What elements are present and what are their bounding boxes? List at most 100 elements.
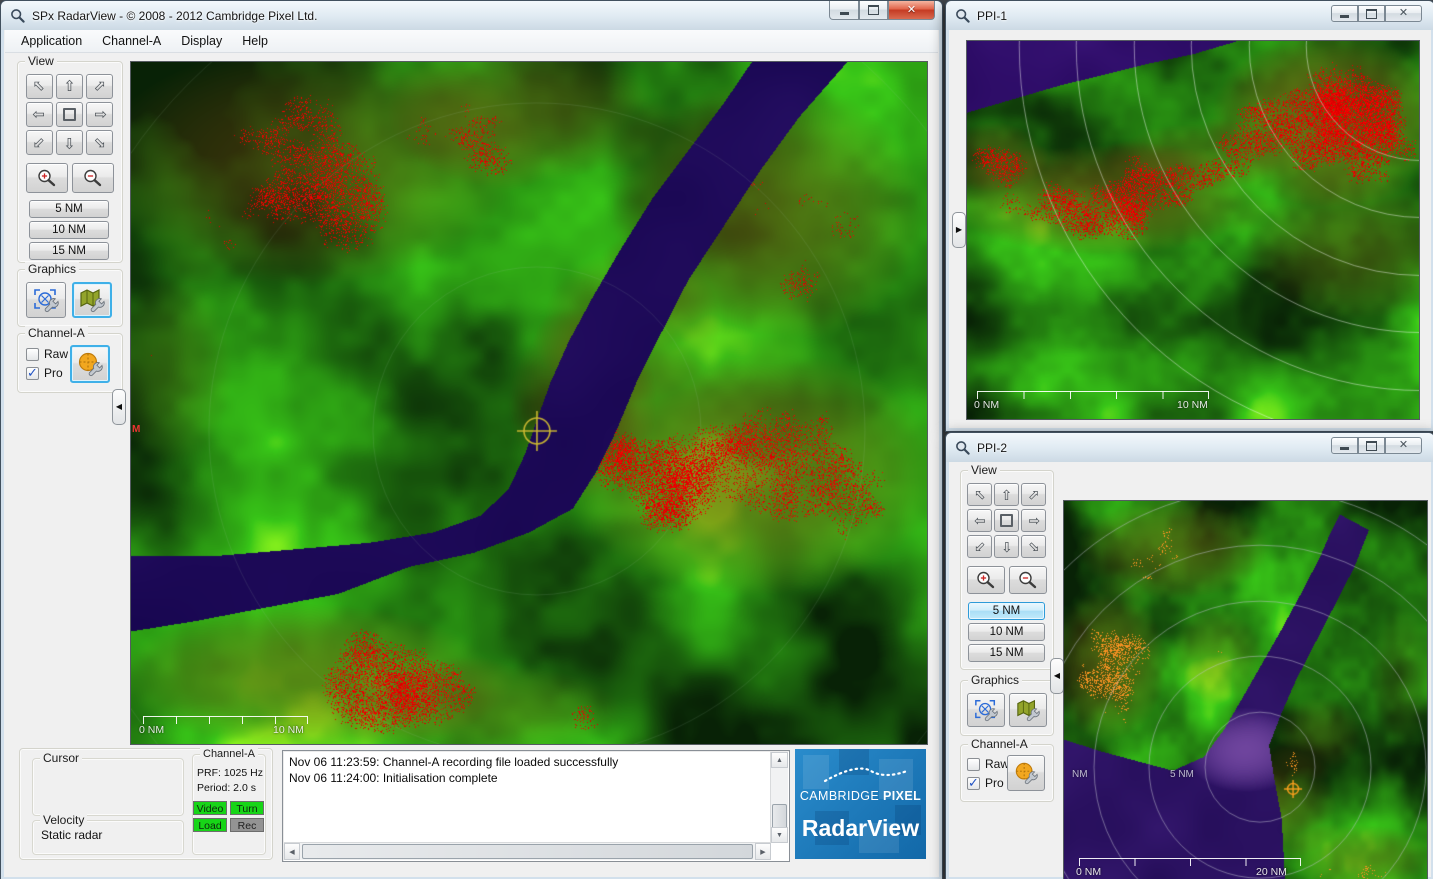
pan-down-right-button[interactable]: ⇧ [86, 130, 113, 155]
maximize-button[interactable] [859, 1, 888, 20]
desktop: SPx RadarView - © 2008 - 2012 Cambridge … [0, 0, 1433, 879]
zoom-in-icon [36, 168, 58, 188]
maximize-button[interactable] [1358, 437, 1385, 454]
velocity-group-label: Velocity [40, 813, 87, 828]
menu-display[interactable]: Display [171, 32, 232, 50]
channel-a-group: Channel-A Raw Pro [960, 744, 1054, 802]
maximize-button[interactable] [1358, 5, 1385, 22]
maximize-icon [868, 5, 879, 15]
scroll-down-button[interactable]: ▼ [771, 827, 788, 843]
pan-up-right-button[interactable]: ⇧ [1021, 483, 1046, 506]
graphics-group: Graphics [960, 680, 1054, 736]
arrow-down-left-icon: ⇧ [970, 537, 988, 555]
minimize-button[interactable] [829, 1, 859, 20]
radar-canvas-ppi2[interactable] [1064, 501, 1427, 879]
radar-display-ppi2[interactable]: 0 NM 20 NM NM 5 NM [1063, 500, 1428, 879]
channel-status-label: Channel-A [200, 747, 258, 762]
minimize-button[interactable] [1331, 437, 1358, 454]
pan-down-left-button[interactable]: ⇧ [26, 130, 53, 155]
minimize-button[interactable] [1331, 5, 1358, 22]
log-area[interactable]: Nov 06 11:23:59: Channel-A recording fil… [282, 750, 790, 862]
range-10nm-button[interactable]: 10 NM [968, 623, 1045, 641]
graphics-config-icon [32, 287, 60, 313]
log-line: Nov 06 11:23:59: Channel-A recording fil… [283, 754, 789, 770]
view-group-label: View [968, 463, 1000, 478]
range-15nm-button[interactable]: 15 NM [29, 242, 109, 260]
pan-up-button[interactable]: ⇧ [56, 74, 83, 99]
scroll-up-button[interactable]: ▲ [771, 752, 788, 768]
maximize-icon [1366, 9, 1377, 19]
arrow-down-right-icon: ⇧ [90, 133, 110, 153]
main-client: View ⇧ ⇧ ⇧ ⇧ ⇧ ⇧ ⇧ ⇧ 5 NM 10 NM 15 NM [5, 53, 938, 876]
graphics-config-button[interactable] [967, 693, 1005, 727]
main-window: SPx RadarView - © 2008 - 2012 Cambridge … [0, 0, 943, 879]
scroll-left-button[interactable]: ◀ [284, 843, 300, 860]
menu-application[interactable]: Application [11, 32, 92, 50]
channel-a-source-button[interactable] [70, 345, 110, 383]
pan-down-right-button[interactable]: ⇧ [1021, 535, 1046, 558]
menu-help[interactable]: Help [232, 32, 278, 50]
pro-checkbox[interactable] [967, 777, 980, 790]
raw-checkbox-row: Raw [26, 347, 68, 361]
zoom-in-button[interactable] [26, 163, 68, 193]
pan-right-button[interactable]: ⇧ [86, 102, 113, 127]
radar-display-main[interactable]: 0 NM 10 NM M [130, 61, 928, 745]
range-5nm-button[interactable]: 5 NM [968, 602, 1045, 620]
pan-up-left-button[interactable]: ⇧ [26, 74, 53, 99]
ppi1-titlebar[interactable]: PPI-1 ✕ [946, 1, 1433, 30]
app-icon [955, 440, 971, 456]
graphics-config-button[interactable] [26, 282, 66, 318]
pan-left-button[interactable]: ⇧ [967, 509, 992, 532]
pan-up-right-button[interactable]: ⇧ [86, 74, 113, 99]
ppi1-expand-handle[interactable]: ▶ [952, 212, 966, 248]
radar-display-ppi1[interactable]: 0 NM 10 NM [966, 40, 1420, 420]
pan-center-button[interactable] [56, 102, 83, 127]
pro-checkbox[interactable] [26, 367, 39, 380]
arrow-down-right-icon: ⇧ [1024, 537, 1042, 555]
raw-checkbox[interactable] [26, 348, 39, 361]
pan-up-button[interactable]: ⇧ [994, 483, 1019, 506]
close-button[interactable]: ✕ [888, 1, 935, 20]
arrow-left-icon: ⇧ [32, 108, 47, 121]
scroll-right-button[interactable]: ▶ [755, 843, 771, 860]
close-button[interactable]: ✕ [1385, 437, 1422, 454]
range-5nm-button[interactable]: 5 NM [29, 200, 109, 218]
pan-center-button[interactable] [994, 509, 1019, 532]
horizontal-scroll-thumb[interactable] [302, 844, 753, 859]
map-icon [1015, 698, 1041, 722]
scale-end-label: 10 NM [1177, 399, 1208, 411]
range-scale-bar [143, 716, 308, 724]
close-button[interactable]: ✕ [1385, 5, 1422, 22]
zoom-out-button[interactable] [1009, 566, 1047, 594]
main-titlebar[interactable]: SPx RadarView - © 2008 - 2012 Cambridge … [1, 1, 942, 30]
log-horizontal-scrollbar[interactable]: ◀ ▶ [284, 842, 771, 860]
ppi2-sidebar-collapse-handle[interactable]: ◀ [1050, 658, 1064, 694]
pan-down-button[interactable]: ⇧ [994, 535, 1019, 558]
range-10nm-button[interactable]: 10 NM [29, 221, 109, 239]
pan-down-button[interactable]: ⇧ [56, 130, 83, 155]
radar-canvas-main[interactable] [131, 62, 927, 744]
pan-down-left-button[interactable]: ⇧ [967, 535, 992, 558]
map-overlay-button[interactable] [72, 282, 112, 318]
channel-a-source-button[interactable] [1007, 755, 1045, 791]
zoom-out-button[interactable] [72, 163, 114, 193]
log-vertical-scrollbar[interactable]: ▲ ▼ [770, 752, 788, 843]
map-overlay-button[interactable] [1009, 693, 1047, 727]
period-value: Period: 2.0 s [197, 782, 256, 794]
ppi2-titlebar[interactable]: PPI-2 ✕ [946, 433, 1433, 462]
zoom-in-button[interactable] [967, 566, 1005, 594]
sidebar-collapse-handle[interactable]: ◀ [112, 389, 126, 425]
radar-canvas-ppi1[interactable] [967, 41, 1419, 419]
raw-checkbox[interactable] [967, 758, 980, 771]
zoom-out-icon [1017, 570, 1039, 590]
logo-brand: CAMBRIDGE PIXEL [795, 789, 926, 803]
cursor-group-label: Cursor [40, 751, 82, 766]
window-title: SPx RadarView - © 2008 - 2012 Cambridge … [32, 9, 317, 23]
pan-up-left-button[interactable]: ⇧ [967, 483, 992, 506]
graphics-group-label: Graphics [968, 673, 1022, 688]
pan-left-button[interactable]: ⇧ [26, 102, 53, 127]
menu-channel-a[interactable]: Channel-A [92, 32, 171, 50]
ring-label-inner: 5 NM [1170, 769, 1194, 780]
pan-right-button[interactable]: ⇧ [1021, 509, 1046, 532]
range-15nm-button[interactable]: 15 NM [968, 644, 1045, 662]
